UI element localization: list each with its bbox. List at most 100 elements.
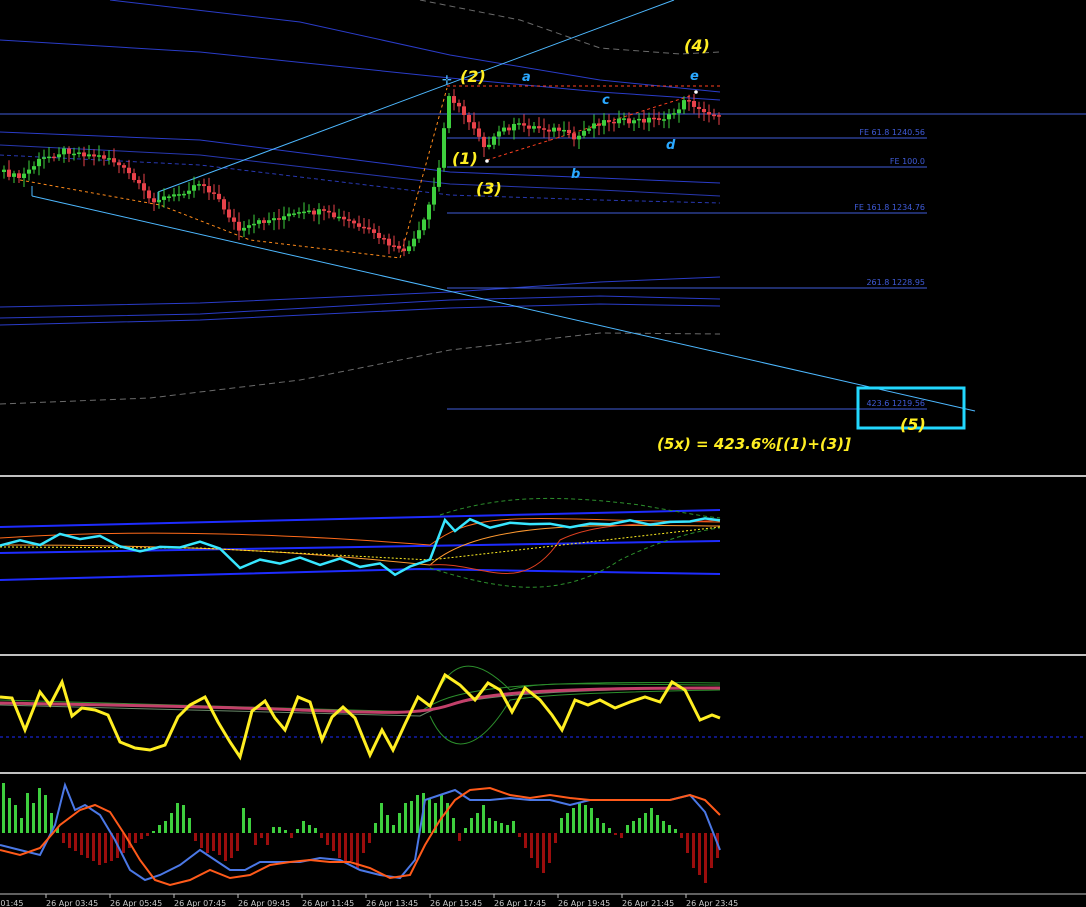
osc1-envelope xyxy=(429,527,721,588)
oscillator-panel-2[interactable] xyxy=(0,665,1086,761)
time-axis: Apr 01:45 26 Apr 03:45 26 Apr 05:45 26 Apr … xyxy=(0,894,738,907)
macd-bar xyxy=(296,829,299,833)
macd-bar xyxy=(104,833,107,863)
time-tick-label: Apr 01:45 xyxy=(0,899,23,907)
candle-body xyxy=(192,185,196,191)
time-tick-label: 26 Apr 07:45 xyxy=(174,899,226,907)
candle-body xyxy=(312,210,316,215)
macd-bar xyxy=(182,805,185,833)
macd-bar xyxy=(98,833,101,865)
macd-panel[interactable] xyxy=(0,781,721,887)
candle-body xyxy=(357,223,361,227)
macd-bar xyxy=(290,833,293,838)
macd-bar xyxy=(242,808,245,833)
macd-bar xyxy=(644,813,647,833)
macd-bar xyxy=(554,833,557,843)
candle-body xyxy=(392,245,396,247)
macd-bar xyxy=(488,818,491,833)
macd-bar xyxy=(578,803,581,833)
candle-body xyxy=(592,123,596,129)
macd-bar xyxy=(452,818,455,833)
candle-body xyxy=(47,156,51,159)
macd-histogram xyxy=(2,783,719,883)
macd-bar xyxy=(302,821,305,833)
candle-body xyxy=(387,238,391,246)
macd-bar xyxy=(530,833,533,858)
candle-body xyxy=(372,229,376,233)
candle-body xyxy=(587,128,591,131)
osc2-signal-line xyxy=(0,686,721,714)
osc1-envelope xyxy=(0,524,721,566)
candle-body xyxy=(347,219,351,221)
candle-body xyxy=(292,213,296,215)
candle-body xyxy=(622,118,626,120)
macd-bar xyxy=(512,821,515,833)
candle-body xyxy=(337,216,341,219)
candle-body xyxy=(307,210,311,213)
wave-label-2: (2) xyxy=(460,67,486,86)
candle-body xyxy=(487,144,491,148)
candle-body xyxy=(632,120,636,124)
candle-body xyxy=(222,199,226,210)
macd-bar xyxy=(368,833,371,843)
candle-body xyxy=(642,118,646,123)
osc1-band-lower xyxy=(0,567,721,581)
macd-bar xyxy=(224,833,227,861)
candle-body xyxy=(92,154,96,157)
dashed-trend-lines xyxy=(19,85,720,259)
price-panel[interactable]: ✛ FE 61.8 1240.56 FE 100.0 FE 161.8 1234… xyxy=(0,0,1086,453)
macd-bar xyxy=(212,833,215,851)
candle-body xyxy=(492,136,496,145)
candle-body xyxy=(247,225,251,228)
macd-bar xyxy=(194,833,197,841)
candle-body xyxy=(202,184,206,187)
candle-body xyxy=(447,96,451,129)
candle-body xyxy=(172,194,176,197)
candle-body xyxy=(652,117,656,120)
time-tick-label: 26 Apr 23:45 xyxy=(686,899,738,907)
candle-body xyxy=(217,193,221,200)
wave-label-b: b xyxy=(571,167,580,182)
fib-labels: FE 61.8 1240.56 FE 100.0 FE 161.8 1234.7… xyxy=(854,128,925,408)
macd-bar xyxy=(248,818,251,833)
candle-body xyxy=(12,173,16,177)
macd-bar xyxy=(8,798,11,833)
candle-body xyxy=(512,123,516,131)
macd-bar xyxy=(668,825,671,833)
time-tick-label: 26 Apr 19:45 xyxy=(558,899,610,907)
macd-bar xyxy=(230,833,233,858)
macd-bar xyxy=(572,808,575,833)
macd-bar xyxy=(74,833,77,851)
macd-bar xyxy=(374,823,377,833)
macd-bar xyxy=(134,833,137,843)
macd-bar xyxy=(380,803,383,833)
candle-body xyxy=(527,125,531,129)
candle-body xyxy=(397,245,401,249)
candle-body xyxy=(422,219,426,231)
candle-body xyxy=(367,227,371,230)
macd-bar xyxy=(656,815,659,833)
macd-bar xyxy=(278,827,281,833)
candle-body xyxy=(572,133,576,140)
candle-body xyxy=(377,232,381,239)
candle-body xyxy=(32,166,36,170)
candle-body xyxy=(297,212,301,214)
candle-body xyxy=(147,190,151,199)
macd-bar xyxy=(440,795,443,833)
macd-bar xyxy=(710,833,713,868)
time-tick-label: 26 Apr 05:45 xyxy=(110,899,162,907)
fibonacci-lines xyxy=(447,137,927,410)
macd-bar xyxy=(320,833,323,838)
fib-label-261-8: 261.8 1228.95 xyxy=(866,278,925,287)
chart-canvas[interactable]: ✛ FE 61.8 1240.56 FE 100.0 FE 161.8 1234… xyxy=(0,0,1086,907)
candle-body xyxy=(597,123,601,126)
candle-body xyxy=(617,118,621,124)
macd-bar xyxy=(650,808,653,833)
candle-body xyxy=(107,158,111,160)
macd-bar xyxy=(332,833,335,851)
macd-bar xyxy=(704,833,707,883)
candle-body xyxy=(352,220,356,224)
candle-body xyxy=(242,227,246,231)
candle-body xyxy=(497,131,501,137)
oscillator-panel-1[interactable] xyxy=(0,497,721,588)
